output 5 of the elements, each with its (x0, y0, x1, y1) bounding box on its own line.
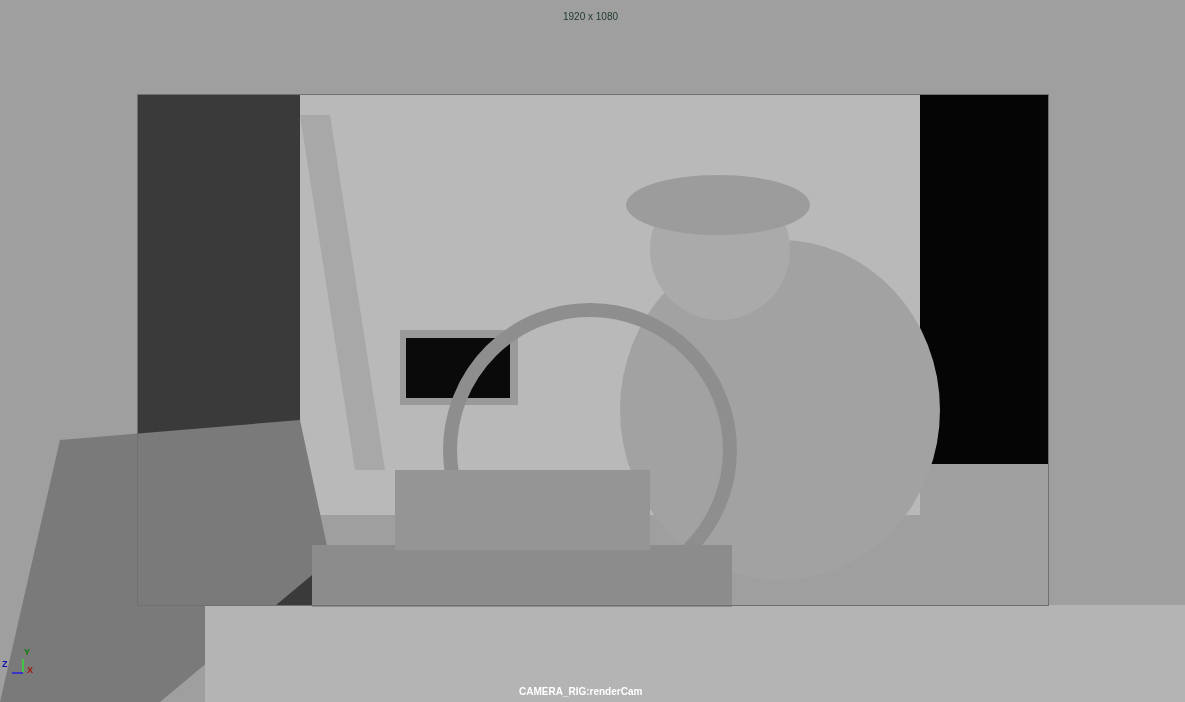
axis-label: X (27, 666, 33, 675)
camera-name: CAMERA_RIG:renderCam (519, 685, 643, 699)
axis-label: Y (24, 648, 30, 657)
resolution-label: 1920 x 1080 (563, 10, 619, 24)
axis-label: Z (2, 660, 8, 669)
